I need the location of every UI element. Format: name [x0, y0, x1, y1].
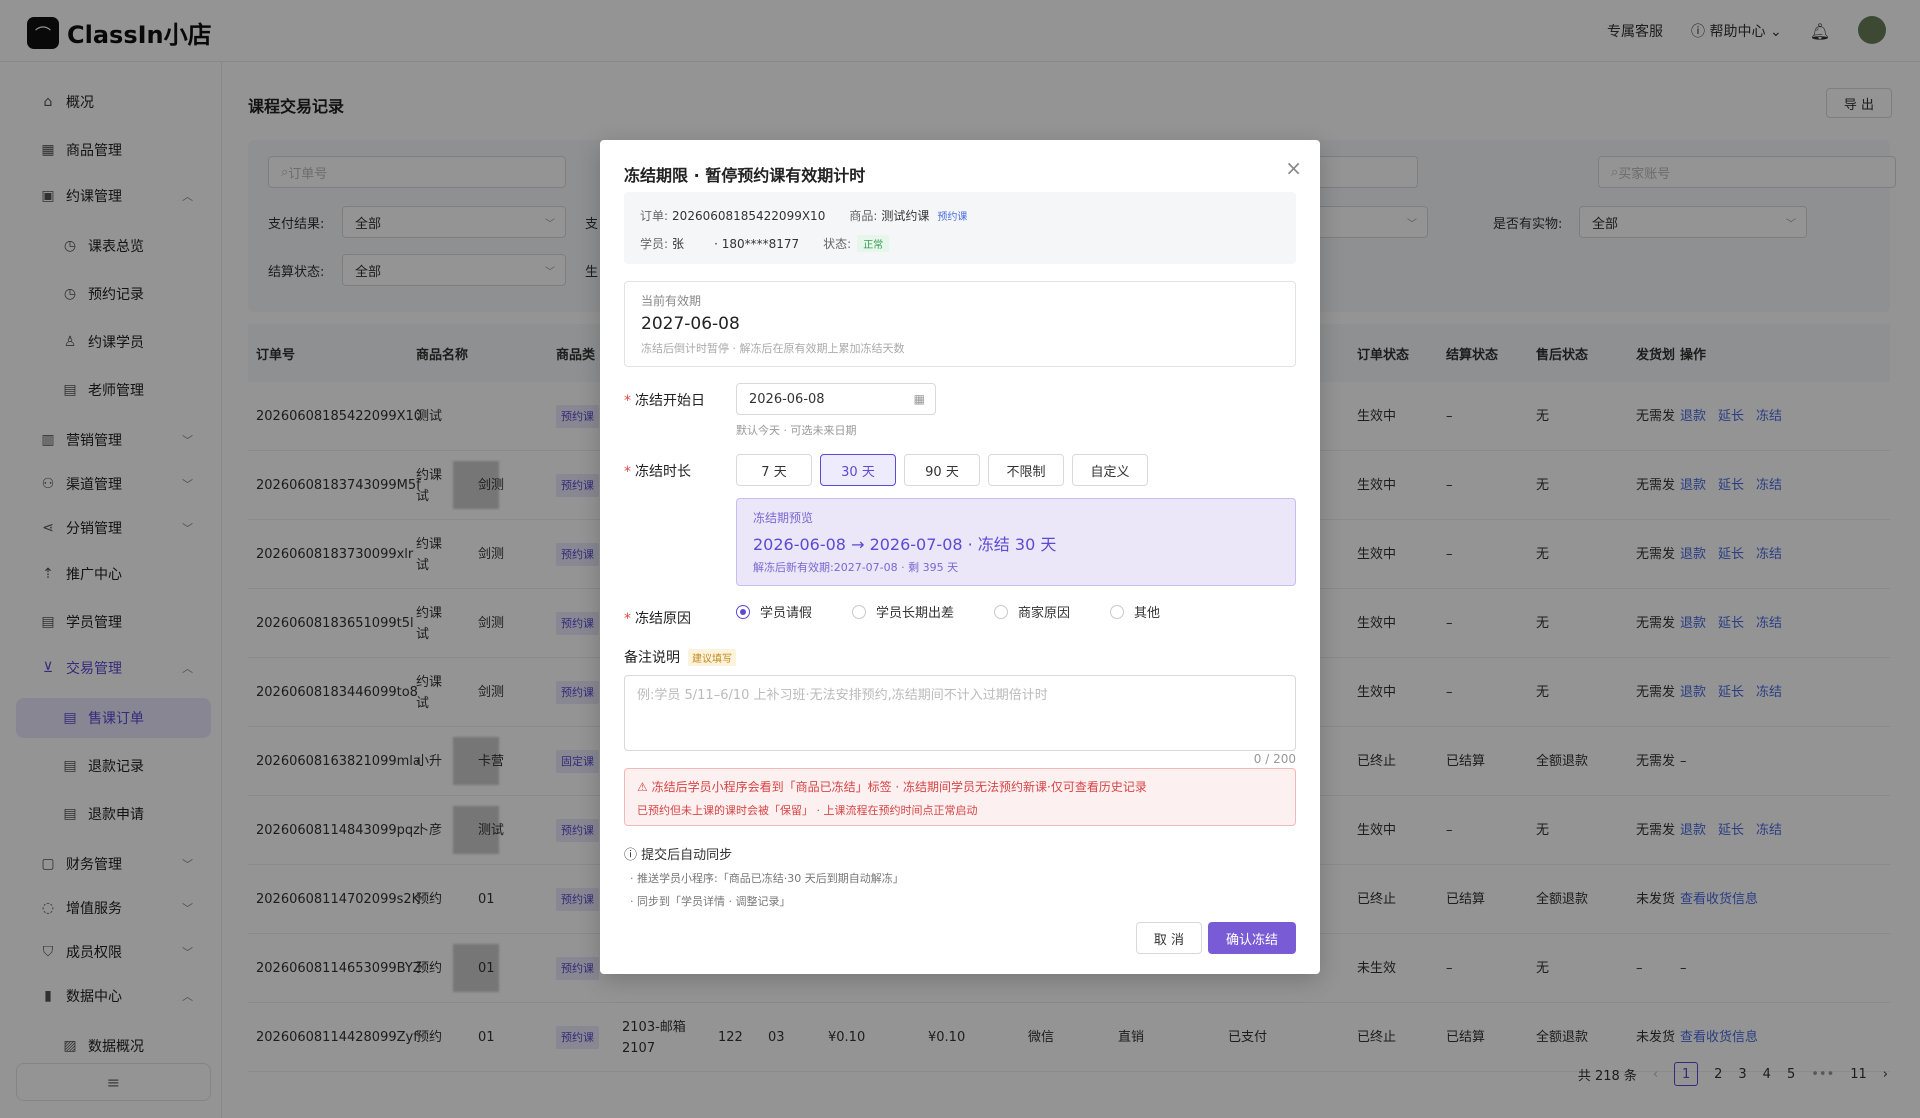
student-phone: · 180****8177	[714, 236, 800, 251]
preview-range: 2026-06-08 → 2026-07-08 · 冻结 30 天	[753, 535, 1057, 554]
duration-custom-button[interactable]: 自定义	[1072, 454, 1148, 486]
radio-icon	[852, 604, 866, 619]
confirm-freeze-button[interactable]: 确认冻结	[1208, 922, 1296, 954]
radio-icon	[994, 604, 1008, 619]
product-value: 测试约课	[881, 209, 930, 223]
suggest-tag: 建议填写	[688, 648, 736, 666]
char-counter: 0 / 200	[1253, 752, 1296, 766]
order-value: 20260608185422099X10	[672, 208, 826, 223]
sync-line: · 同步到「学员详情 · 调整记录」	[630, 895, 791, 908]
product-type-tag: 预约课	[937, 212, 968, 223]
close-icon[interactable]: ×	[1285, 156, 1302, 180]
state-label: 状态:	[823, 237, 852, 251]
student-label: 学员:	[640, 237, 669, 251]
preview-label: 冻结期预览	[753, 511, 814, 525]
start-date-hint: 默认今天 · 可选未来日期	[736, 424, 857, 437]
status-badge: 正常	[857, 235, 890, 252]
dialog-title: 冻结期限 · 暂停预约课有效期计时	[624, 166, 866, 185]
freeze-dialog: 冻结期限 · 暂停预约课有效期计时 × 订单: 2026060818542209…	[600, 140, 1320, 974]
duration-90-days-button[interactable]: 90 天	[904, 454, 980, 486]
note-label: 备注说明 建议填写	[624, 647, 736, 667]
student-value: 张	[672, 237, 685, 251]
note-textarea[interactable]: 例:学员 5/11–6/10 上补习班·无法安排预约,冻结期间不计入过期倍计时	[624, 675, 1296, 751]
sync-title: ⓘ 提交后自动同步	[624, 848, 733, 863]
warning-main: ⚠ 冻结后学员小程序会看到「商品已冻结」标签 · 冻结期间学员无法预约新课·仅可…	[637, 780, 1147, 794]
reason-travel-radio[interactable]: 学员长期出差	[852, 602, 954, 621]
warning-box: ⚠ 冻结后学员小程序会看到「商品已冻结」标签 · 冻结期间学员无法预约新课·仅可…	[624, 768, 1296, 826]
duration-label: * 冻结时长	[624, 464, 691, 480]
radio-icon	[1110, 604, 1124, 619]
preview-new-validity: 解冻后新有效期:2027-07-08 · 剩 395 天	[753, 561, 959, 574]
reason-other-radio[interactable]: 其他	[1110, 602, 1160, 621]
validity-label: 当前有效期	[641, 294, 702, 308]
current-validity-box: 当前有效期 2027-06-08 冻结后倒计时暂停 · 解冻后在原有效期上累加冻…	[624, 281, 1296, 367]
validity-note: 冻结后倒计时暂停 · 解冻后在原有效期上累加冻结天数	[641, 342, 905, 355]
duration-unlimited-button[interactable]: 不限制	[988, 454, 1064, 486]
validity-date: 2027-06-08	[641, 314, 740, 334]
product-label: 商品:	[849, 209, 878, 223]
order-info-box: 订单: 20260608185422099X10 商品: 测试约课 预约课 学员…	[624, 192, 1296, 264]
calendar-icon: ▦	[913, 392, 925, 406]
start-date-label: * 冻结开始日	[624, 393, 705, 409]
warning-sub: 已预约但未上课的课时会被「保留」 · 上课流程在预约时间点正常启动	[637, 804, 978, 817]
duration-7-days-button[interactable]: 7 天	[736, 454, 812, 486]
sync-line: · 推送学员小程序:「商品已冻结·30 天后到期自动解冻」	[630, 872, 904, 885]
radio-checked-icon	[736, 604, 750, 619]
reason-leave-radio[interactable]: 学员请假	[736, 602, 812, 621]
freeze-preview-box: 冻结期预览 2026-06-08 → 2026-07-08 · 冻结 30 天 …	[736, 498, 1296, 586]
start-date-input[interactable]: 2026-06-08 ▦	[736, 383, 936, 415]
reason-label: * 冻结原因	[624, 611, 691, 627]
cancel-button[interactable]: 取 消	[1136, 922, 1202, 954]
order-label: 订单:	[640, 209, 669, 223]
duration-30-days-button[interactable]: 30 天	[820, 454, 896, 486]
reason-merchant-radio[interactable]: 商家原因	[994, 602, 1070, 621]
